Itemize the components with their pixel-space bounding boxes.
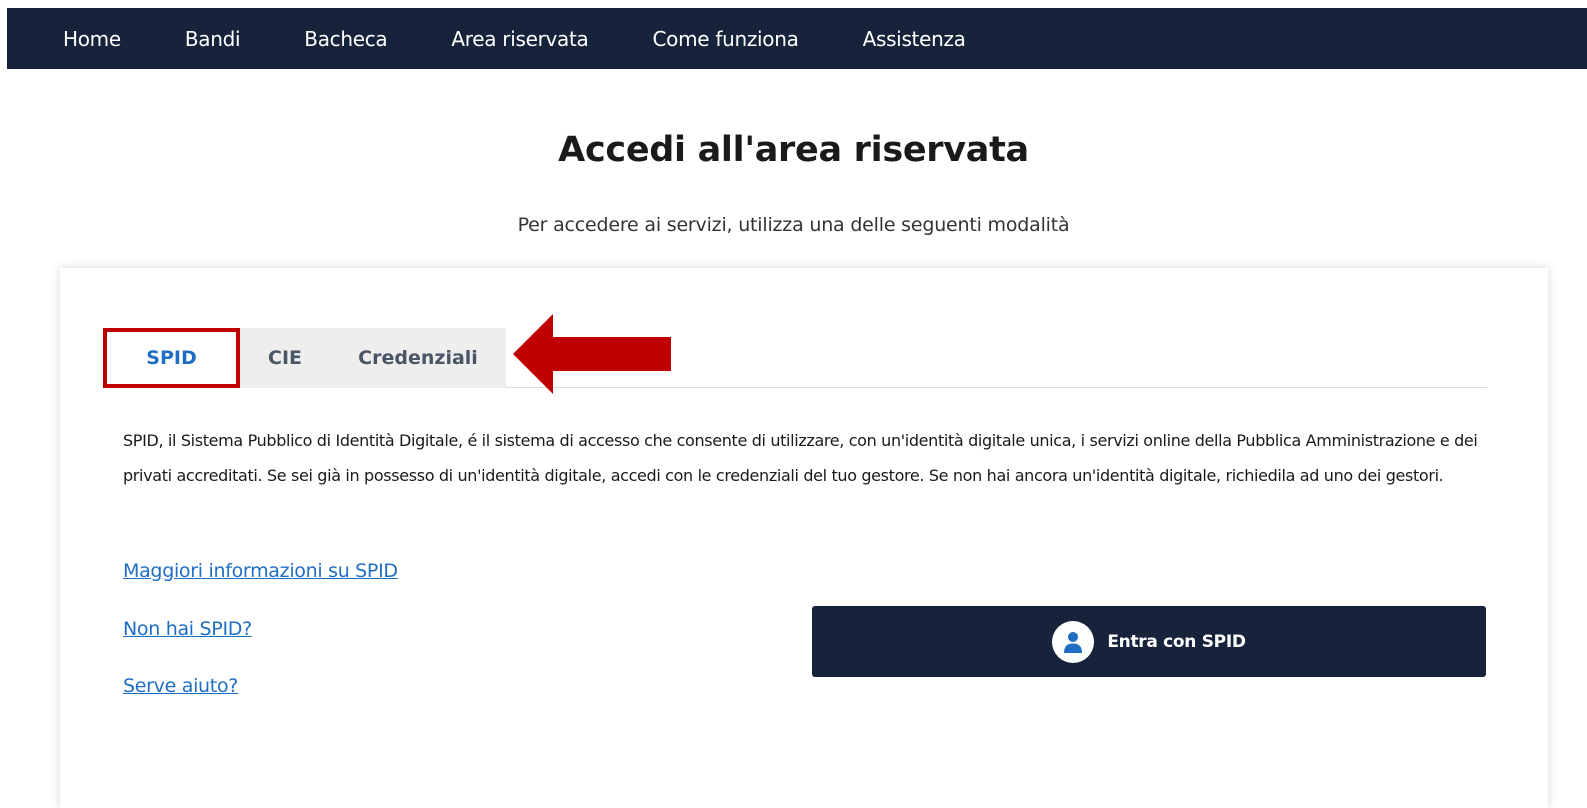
nav-item-bacheca[interactable]: Bacheca [304,27,387,51]
nav-item-assistenza[interactable]: Assistenza [863,27,966,51]
page-subtitle: Per accedere ai servizi, utilizza una de… [517,214,1070,236]
top-navigation-bar: Home Bandi Bacheca Area riservata Come f… [7,8,1587,69]
enter-with-spid-button[interactable]: Entra con SPID [812,606,1486,677]
spid-description: SPID, il Sistema Pubblico di Identità Di… [123,431,1478,485]
nav-item-bandi[interactable]: Bandi [185,27,241,51]
nav-item-home[interactable]: Home [63,27,121,51]
nav-item-area-riservata[interactable]: Area riservata [451,27,588,51]
nav-item-come-funziona[interactable]: Come funziona [653,27,799,51]
tab-cie[interactable]: CIE [240,328,330,388]
nav-menu: Home Bandi Bacheca Area riservata Come f… [7,8,1587,69]
need-help-link[interactable]: Serve aiuto? [123,675,238,697]
more-info-spid-link[interactable]: Maggiori informazioni su SPID [123,560,398,582]
left-arrow-icon [513,314,671,394]
user-icon [1052,620,1095,663]
page-title: Accedi all'area riservata [558,130,1029,170]
no-spid-link[interactable]: Non hai SPID? [123,618,252,640]
tab-credenziali[interactable]: Credenziali [330,328,506,388]
enter-with-spid-label: Entra con SPID [1107,631,1246,652]
tab-spid[interactable]: SPID [103,328,240,388]
login-method-tabs: SPID CIE Credenziali [103,328,1487,388]
login-card: SPID CIE Credenziali SPID, il Sistema Pu… [60,268,1548,808]
